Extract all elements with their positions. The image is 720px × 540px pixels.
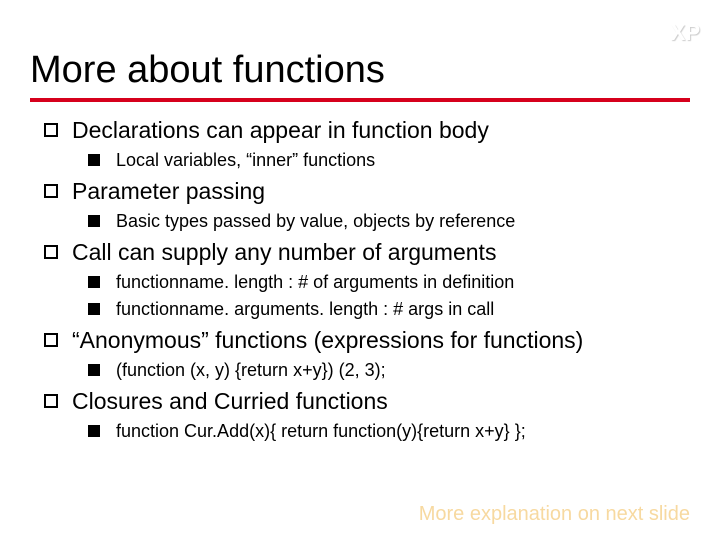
bullet-level1: Declarations can appear in function body	[44, 116, 690, 145]
bullet-text: “Anonymous” functions (expressions for f…	[72, 326, 583, 355]
footnote: More explanation on next slide	[419, 503, 690, 526]
hollow-square-icon	[44, 333, 58, 347]
sub-bullet-text: function Cur.Add(x){ return function(y){…	[116, 420, 526, 443]
slide-content: More about functions Declarations can ap…	[0, 0, 720, 443]
bullet-text: Closures and Curried functions	[72, 387, 388, 416]
bullet-level1: Call can supply any number of arguments	[44, 238, 690, 267]
bullet-level2: function Cur.Add(x){ return function(y){…	[88, 420, 690, 443]
sub-bullet-list: Basic types passed by value, objects by …	[44, 210, 690, 233]
sub-bullet-list: (function (x, y) {return x+y}) (2, 3);	[44, 359, 690, 382]
filled-square-icon	[88, 364, 100, 376]
corner-label: XP	[671, 20, 700, 46]
hollow-square-icon	[44, 184, 58, 198]
bullet-level1: Closures and Curried functions	[44, 387, 690, 416]
filled-square-icon	[88, 276, 100, 288]
hollow-square-icon	[44, 245, 58, 259]
bullet-text: Parameter passing	[72, 177, 265, 206]
bullet-level2: Local variables, “inner” functions	[88, 149, 690, 172]
bullet-level2: functionname. arguments. length : # args…	[88, 298, 690, 321]
bullet-level2: functionname. length : # of arguments in…	[88, 271, 690, 294]
sub-bullet-text: functionname. length : # of arguments in…	[116, 271, 514, 294]
hollow-square-icon	[44, 394, 58, 408]
sub-bullet-list: function Cur.Add(x){ return function(y){…	[44, 420, 690, 443]
bullet-level1: “Anonymous” functions (expressions for f…	[44, 326, 690, 355]
filled-square-icon	[88, 215, 100, 227]
sub-bullet-text: Local variables, “inner” functions	[116, 149, 375, 172]
slide-title: More about functions	[30, 50, 690, 102]
hollow-square-icon	[44, 123, 58, 137]
sub-bullet-text: Basic types passed by value, objects by …	[116, 210, 515, 233]
sub-bullet-list: Local variables, “inner” functions	[44, 149, 690, 172]
filled-square-icon	[88, 154, 100, 166]
bullet-level1: Parameter passing	[44, 177, 690, 206]
bullet-text: Call can supply any number of arguments	[72, 238, 496, 267]
bullet-level2: (function (x, y) {return x+y}) (2, 3);	[88, 359, 690, 382]
bullet-level2: Basic types passed by value, objects by …	[88, 210, 690, 233]
bullet-text: Declarations can appear in function body	[72, 116, 489, 145]
sub-bullet-text: (function (x, y) {return x+y}) (2, 3);	[116, 359, 386, 382]
bullet-list: Declarations can appear in function body…	[30, 116, 690, 443]
filled-square-icon	[88, 303, 100, 315]
filled-square-icon	[88, 425, 100, 437]
sub-bullet-list: functionname. length : # of arguments in…	[44, 271, 690, 320]
sub-bullet-text: functionname. arguments. length : # args…	[116, 298, 494, 321]
